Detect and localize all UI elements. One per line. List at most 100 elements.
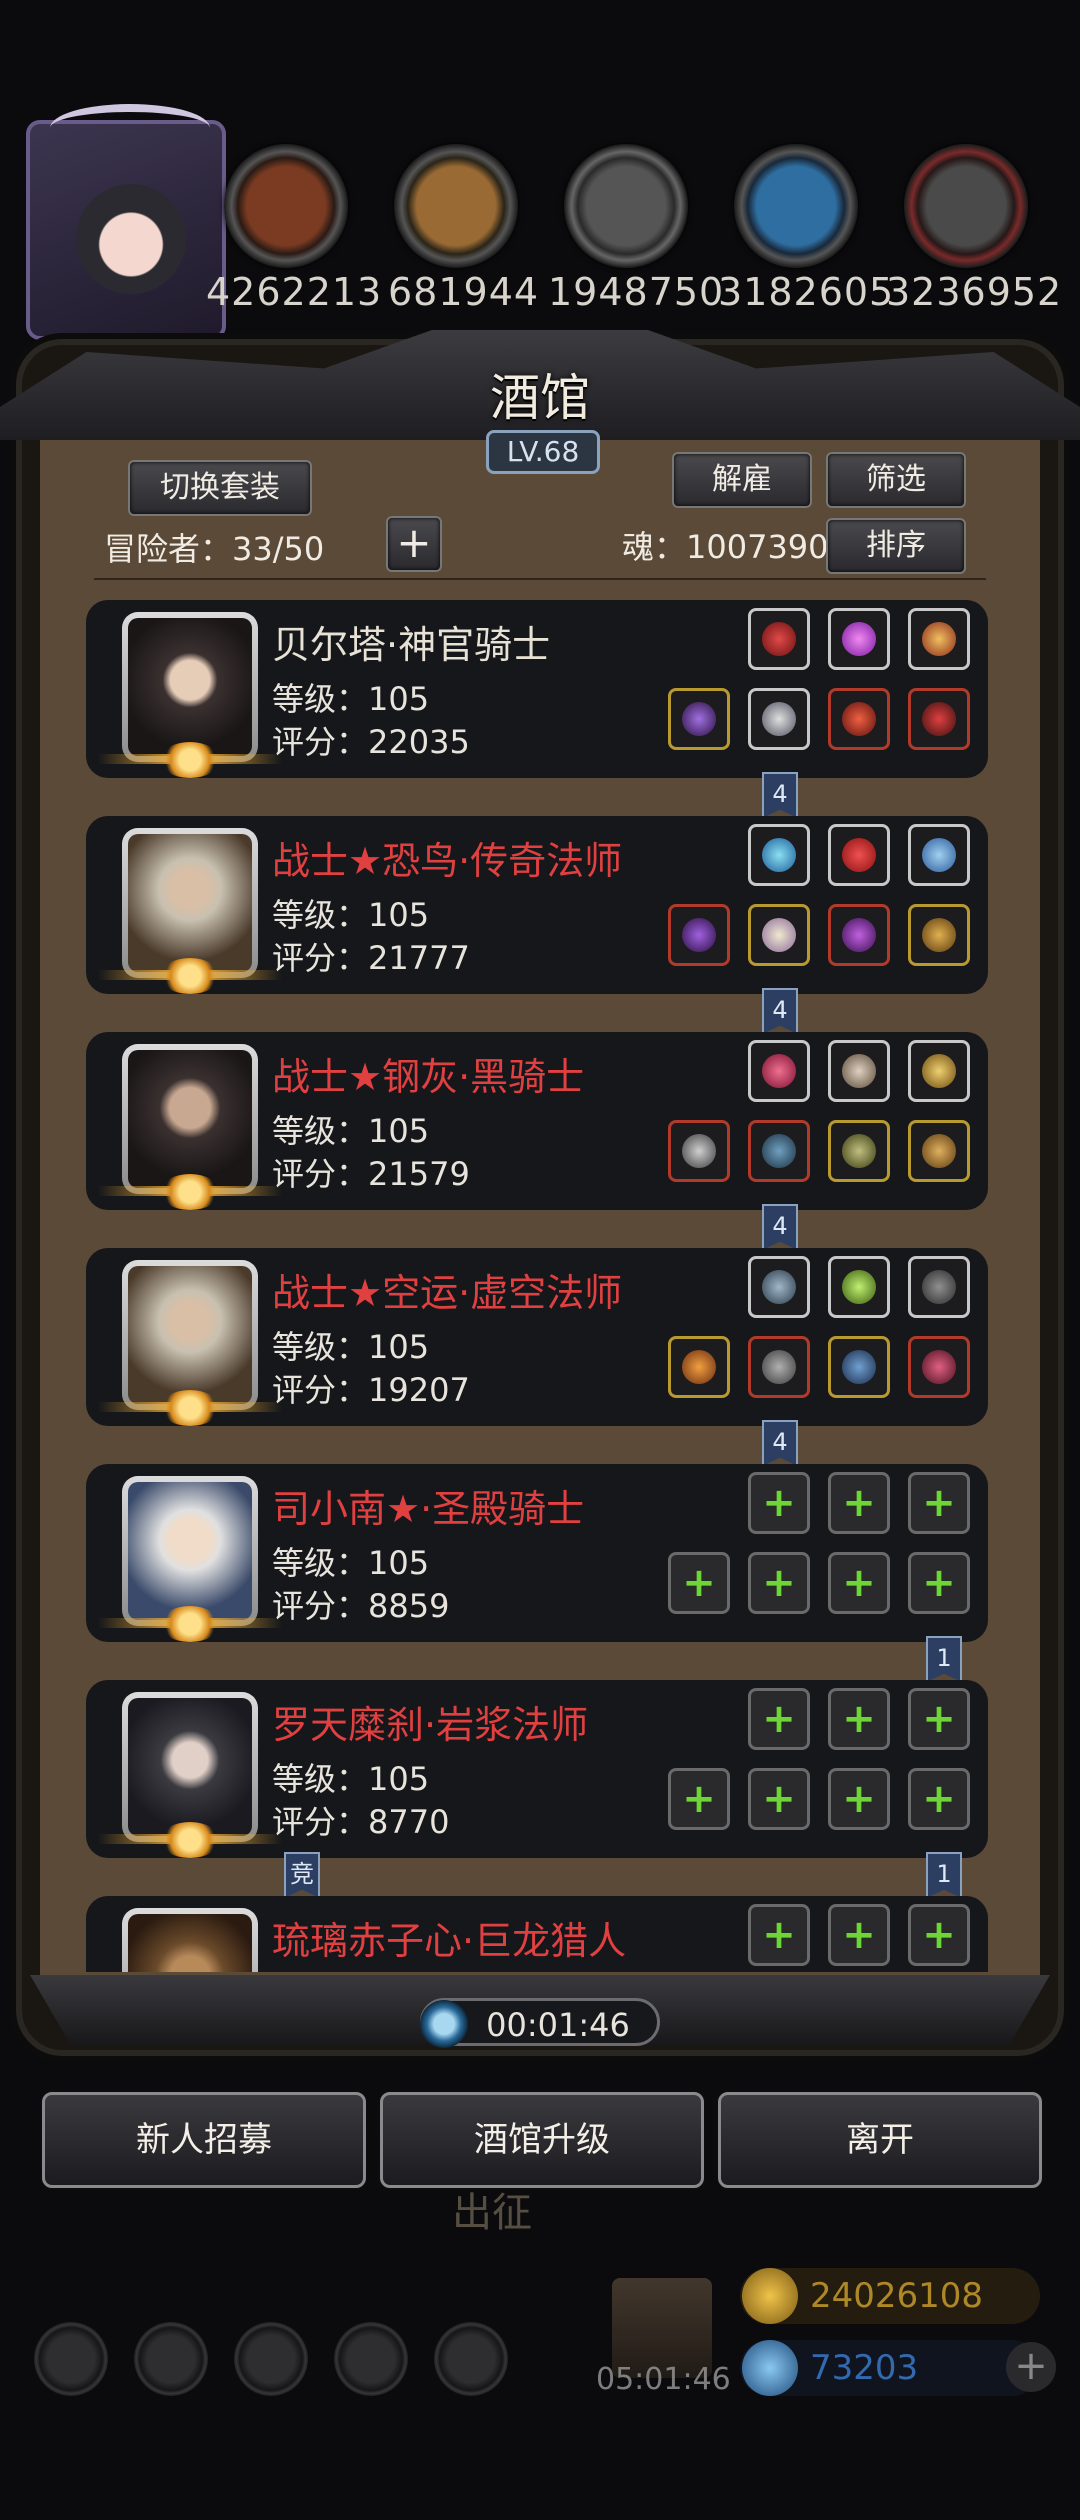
hero-card[interactable]: 罗天糜刹·岩浆法师 等级：105 评分：8770 + + + + + + + [86,1680,988,1858]
equip-gloves-icon[interactable] [908,1256,970,1318]
equip-gem-icon[interactable] [828,824,890,886]
equip-armor-icon[interactable] [748,1120,810,1182]
equip-staff-icon[interactable] [668,1336,730,1398]
add-currency-button[interactable]: + [1006,2342,1056,2392]
empty-slot-add-icon[interactable]: + [828,1904,890,1966]
resource-value: 681944 [388,270,540,314]
equip-amulet-icon[interactable] [828,904,890,966]
equip-shield-icon[interactable] [828,688,890,750]
equip-amulet-icon[interactable] [908,1336,970,1398]
hero-list[interactable]: 贝尔塔·神官骑士 等级：105 评分：22035 4 战士★恐鸟·传奇法师 等级… [82,596,1002,1972]
empty-slot-add-icon[interactable]: + [748,1472,810,1534]
empty-slot-add-icon[interactable]: + [748,1688,810,1750]
equip-lantern-icon[interactable] [828,1256,890,1318]
gold-coin-icon [742,2268,798,2324]
equip-helmet-icon[interactable] [828,1120,890,1182]
hero-tag: 1 [926,1852,962,1898]
hero-name: 战士★恐鸟·传奇法师 [272,839,623,883]
equip-crown-icon[interactable] [908,608,970,670]
upgrade-tavern-button[interactable]: 酒馆升级 [380,2092,704,2188]
equip-staff-icon[interactable] [668,904,730,966]
empty-slot-add-icon[interactable]: + [748,1904,810,1966]
hero-name: 战士★空运·虚空法师 [272,1271,623,1315]
resource-ore-icon [904,144,1028,268]
empty-slot-add-icon[interactable]: + [828,1768,890,1830]
sort-button[interactable]: 排序 [826,518,966,574]
panel-title: 酒馆 [490,369,590,427]
hero-name: 贝尔塔·神官骑士 [272,623,551,667]
resource-meat-icon [224,144,348,268]
tavern-level-badge: LV.68 [486,430,600,474]
equip-goblet-icon[interactable] [828,1040,890,1102]
equip-armor-icon[interactable] [748,688,810,750]
hero-level: 等级：105 [272,1544,430,1582]
diamond-icon [742,2340,798,2396]
empty-slot-add-icon[interactable]: + [828,1552,890,1614]
leave-button[interactable]: 离开 [718,2092,1042,2188]
empty-slot-add-icon[interactable]: + [668,1552,730,1614]
switch-suit-button[interactable]: 切换套装 [128,460,312,516]
hero-portrait [98,612,282,778]
hero-tag: 1 [926,1636,962,1682]
equip-gem-icon[interactable] [748,1040,810,1102]
hero-level: 等级：105 [272,1328,430,1366]
empty-slot-add-icon[interactable]: + [748,1768,810,1830]
depart-label: 出征 [452,2190,532,2236]
adventurer-count: 冒险者：33/50 [104,530,325,568]
empty-slot-add-icon[interactable]: + [908,1768,970,1830]
filter-button[interactable]: 筛选 [826,452,966,508]
hero-score: 评分：19207 [272,1371,470,1409]
player-avatar[interactable] [26,104,226,340]
quest-icon[interactable] [234,2322,308,2396]
hero-card[interactable]: 战士★恐鸟·传奇法师 等级：105 评分：21777 [86,816,988,994]
map-icon[interactable] [434,2322,508,2396]
hero-level: 等级：105 [272,1112,430,1150]
empty-slot-add-icon[interactable]: + [908,1552,970,1614]
hero-card[interactable]: 战士★钢灰·黑骑士 等级：105 评分：21579 [86,1032,988,1210]
equip-orb-icon[interactable] [748,824,810,886]
empty-slot-add-icon[interactable]: + [908,1472,970,1534]
empty-slot-add-icon[interactable]: + [668,1768,730,1830]
settings-icon[interactable] [34,2322,108,2396]
hero-portrait [98,1044,282,1210]
hero-card[interactable]: 琉璃赤子心·巨龙猎人 + + + [86,1896,988,1972]
empty-slot-add-icon[interactable]: + [748,1552,810,1614]
recruit-button[interactable]: 新人招募 [42,2092,366,2188]
equip-ring-icon[interactable] [748,608,810,670]
equip-robe-icon[interactable] [748,904,810,966]
hero-card[interactable]: 战士★空运·虚空法师 等级：105 评分：19207 [86,1248,988,1426]
equip-boots-icon[interactable] [908,824,970,886]
resource-value: 1948750 [548,270,725,314]
guild-icon[interactable] [134,2322,208,2396]
equip-staff-icon[interactable] [668,688,730,750]
equip-gem-icon[interactable] [828,608,890,670]
resource-value: 3236952 [886,270,1063,314]
add-slot-button[interactable]: + [386,516,442,572]
fire-button[interactable]: 解雇 [672,452,812,508]
hero-portrait [122,1908,258,1972]
hero-card[interactable]: 司小南★·圣殿骑士 等级：105 评分：8859 + + + + + + + [86,1464,988,1642]
empty-slot-add-icon[interactable]: + [908,1904,970,1966]
hero-portrait [98,1476,282,1642]
equip-necklace-icon[interactable] [828,1336,890,1398]
equip-amulet-icon[interactable] [908,688,970,750]
soul-count: 魂：1007390 [622,528,829,566]
hero-tag: 4 [762,1420,798,1466]
arena-badge: 竞 [284,1852,320,1898]
hero-card[interactable]: 贝尔塔·神官骑士 等级：105 评分：22035 [86,600,988,778]
mail-icon[interactable] [334,2322,408,2396]
hero-score: 评分：8770 [272,1803,450,1841]
resource-iron-icon [564,144,688,268]
equip-sword-icon[interactable] [668,1120,730,1182]
empty-slot-add-icon[interactable]: + [828,1472,890,1534]
equip-medal-icon[interactable] [908,1120,970,1182]
resource-wood-icon [394,144,518,268]
equip-necklace-icon[interactable] [908,904,970,966]
equip-boots-icon[interactable] [748,1256,810,1318]
empty-slot-add-icon[interactable]: + [908,1688,970,1750]
gold-amount: 24026108 [810,2276,984,2316]
equip-lantern-icon[interactable] [908,1040,970,1102]
equip-armor-icon[interactable] [748,1336,810,1398]
empty-slot-add-icon[interactable]: + [828,1688,890,1750]
hero-portrait [98,1260,282,1426]
